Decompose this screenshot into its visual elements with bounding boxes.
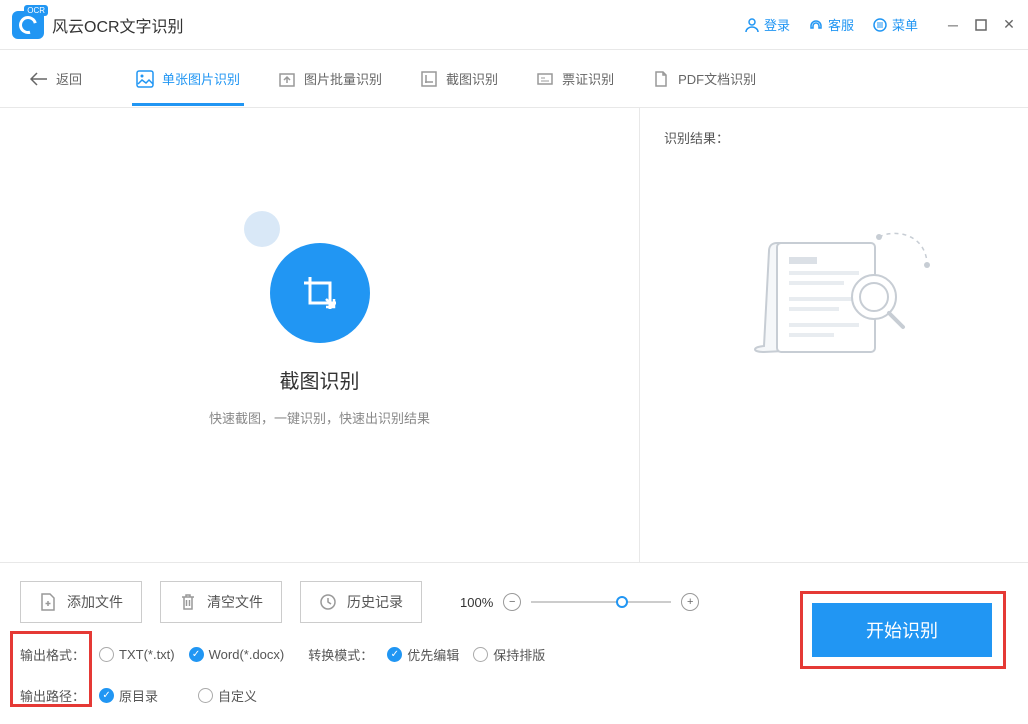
back-button[interactable]: 返回 <box>30 69 82 88</box>
zoom-control: 100% − + <box>460 593 699 611</box>
headset-icon <box>808 17 824 33</box>
result-label: 识别结果： <box>664 128 1004 147</box>
radio-priority-edit[interactable]: 优先编辑 <box>387 645 459 664</box>
center-subtitle: 快速截图，一键识别，快速出识别结果 <box>209 408 430 427</box>
radio-txt[interactable]: TXT(*.txt) <box>99 647 175 662</box>
main-area: 截图识别 快速截图，一键识别，快速出识别结果 识别结果： <box>0 108 1028 562</box>
zoom-value: 100% <box>460 595 493 610</box>
app-logo-icon: OCR <box>12 11 44 39</box>
service-button[interactable]: 客服 <box>808 15 854 34</box>
menu-button[interactable]: 菜单 <box>872 15 918 34</box>
history-button[interactable]: 历史记录 <box>300 581 422 623</box>
minimize-button[interactable]: ─ <box>946 18 960 32</box>
left-pane: 截图识别 快速截图，一键识别，快速出识别结果 <box>0 108 640 562</box>
arrow-left-icon <box>30 72 48 86</box>
convert-mode-label: 转换模式： <box>308 645 373 664</box>
app-title: 风云OCR文字识别 <box>52 13 184 37</box>
tab-screenshot[interactable]: 截图识别 <box>416 51 502 106</box>
radio-original-dir[interactable]: 原目录 <box>99 686 158 705</box>
file-add-icon <box>39 592 57 612</box>
bottom-panel: 添加文件 清空文件 历史记录 100% − + 开始识别 输出格式： TXT(*… <box>0 562 1028 723</box>
clock-icon <box>319 593 337 611</box>
close-button[interactable]: ✕ <box>1002 18 1016 32</box>
output-path-label: 输出路径： <box>20 686 85 705</box>
title-actions: 登录 客服 菜单 ─ ✕ <box>744 15 1016 34</box>
crop-large-icon <box>300 273 340 313</box>
tab-bar: 返回 单张图片识别 图片批量识别 截图识别 票证识别 PDF文档识别 <box>0 50 1028 108</box>
menu-icon <box>872 17 888 33</box>
add-file-button[interactable]: 添加文件 <box>20 581 142 623</box>
empty-illustration <box>664 227 1004 377</box>
output-format-label: 输出格式： <box>20 645 85 664</box>
start-recognize-button[interactable]: 开始识别 <box>812 603 992 657</box>
trash-icon <box>179 592 197 612</box>
pdf-icon <box>652 70 670 88</box>
radio-keep-layout[interactable]: 保持排版 <box>473 645 545 664</box>
tab-pdf[interactable]: PDF文档识别 <box>648 51 760 106</box>
crop-icon <box>420 70 438 88</box>
logo-block: OCR 风云OCR文字识别 <box>12 11 184 39</box>
maximize-button[interactable] <box>974 18 988 32</box>
zoom-in-button[interactable]: + <box>681 593 699 611</box>
card-icon <box>536 70 554 88</box>
user-icon <box>744 17 760 33</box>
tab-batch-image[interactable]: 图片批量识别 <box>274 51 386 106</box>
decorative-circle <box>244 211 280 247</box>
tab-single-image[interactable]: 单张图片识别 <box>132 51 244 106</box>
zoom-out-button[interactable]: − <box>503 593 521 611</box>
zoom-slider[interactable] <box>531 601 671 603</box>
title-bar: OCR 风云OCR文字识别 登录 客服 菜单 ─ ✕ <box>0 0 1028 50</box>
radio-custom-dir[interactable]: 自定义 <box>198 686 257 705</box>
tab-ticket[interactable]: 票证识别 <box>532 51 618 106</box>
screenshot-action[interactable] <box>270 243 370 343</box>
upload-icon <box>278 70 296 88</box>
clear-file-button[interactable]: 清空文件 <box>160 581 282 623</box>
center-title: 截图识别 <box>280 365 360 394</box>
radio-word[interactable]: Word(*.docx) <box>189 647 285 662</box>
right-pane: 识别结果： <box>640 108 1028 562</box>
login-button[interactable]: 登录 <box>744 15 790 34</box>
image-icon <box>136 70 154 88</box>
